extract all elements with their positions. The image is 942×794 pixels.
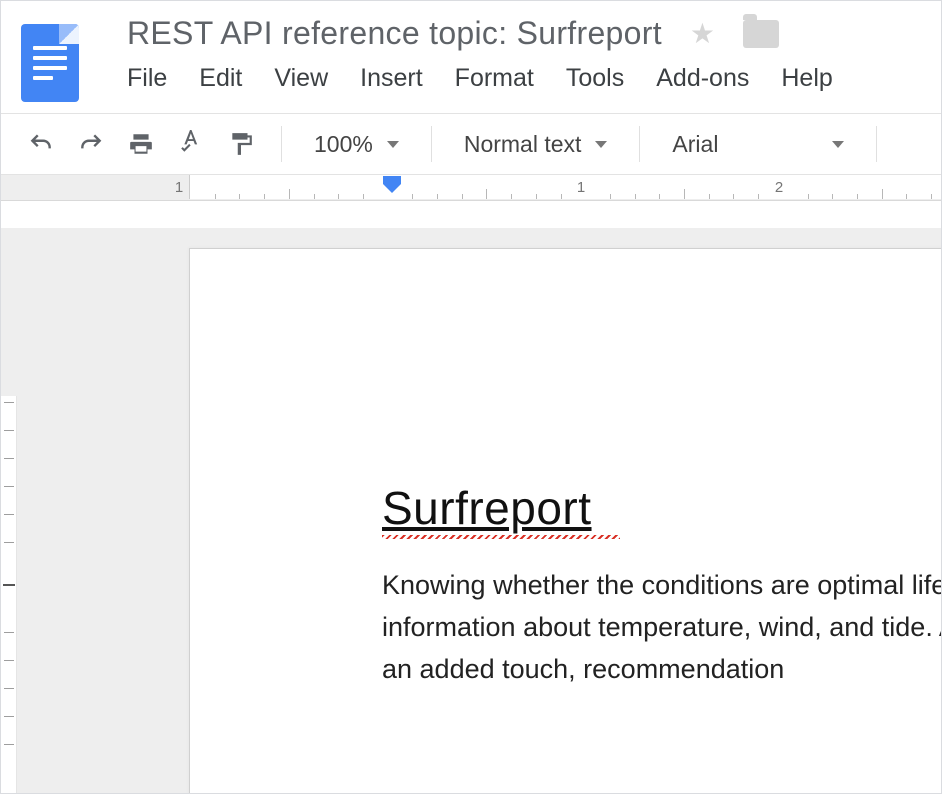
undo-icon[interactable]	[19, 122, 63, 166]
document-body[interactable]: Knowing whether the conditions are optim…	[382, 565, 941, 691]
menu-insert[interactable]: Insert	[360, 64, 423, 93]
spellcheck-icon[interactable]	[169, 122, 213, 166]
chevron-down-icon	[595, 141, 607, 148]
print-icon[interactable]	[119, 122, 163, 166]
zoom-value: 100%	[314, 131, 373, 158]
chevron-down-icon	[832, 141, 844, 148]
paragraph-style-value: Normal text	[464, 131, 582, 158]
menu-tools[interactable]: Tools	[566, 64, 624, 93]
menu-edit[interactable]: Edit	[199, 64, 242, 93]
menu-help[interactable]: Help	[781, 64, 832, 93]
ruler-label: 1	[175, 179, 183, 196]
document-heading[interactable]: Surfreport	[382, 481, 592, 535]
ruler-label: 1	[577, 179, 585, 196]
menu-view[interactable]: View	[274, 64, 328, 93]
toolbar: 100% Normal text Arial	[1, 113, 941, 175]
document-title[interactable]: REST API reference topic: Surfreport	[127, 15, 662, 52]
redo-icon[interactable]	[69, 122, 113, 166]
menu-bar: File Edit View Insert Format Tools Add-o…	[127, 52, 933, 111]
paragraph-style-dropdown[interactable]: Normal text	[450, 131, 622, 158]
indent-marker[interactable]	[381, 176, 403, 198]
spelling-squiggle	[382, 535, 620, 539]
chevron-down-icon	[387, 141, 399, 148]
menu-format[interactable]: Format	[455, 64, 534, 93]
page[interactable]: Surfreport Knowing whether the condition…	[189, 248, 941, 793]
menu-addons[interactable]: Add-ons	[656, 64, 749, 93]
ruler-label: 2	[775, 179, 783, 196]
docs-app-icon[interactable]	[21, 24, 79, 102]
star-icon[interactable]: ★	[690, 17, 715, 50]
horizontal-ruler[interactable]: 1 1 2	[1, 175, 941, 201]
document-canvas: Ꮖ Surfreport Knowing whether the conditi…	[1, 228, 941, 793]
zoom-dropdown[interactable]: 100%	[300, 131, 413, 158]
font-family-dropdown[interactable]: Arial	[658, 131, 858, 158]
outline-strip	[1, 396, 17, 793]
font-family-value: Arial	[672, 131, 718, 158]
menu-file[interactable]: File	[127, 64, 167, 93]
paint-format-icon[interactable]	[219, 122, 263, 166]
move-folder-icon[interactable]	[743, 20, 779, 48]
